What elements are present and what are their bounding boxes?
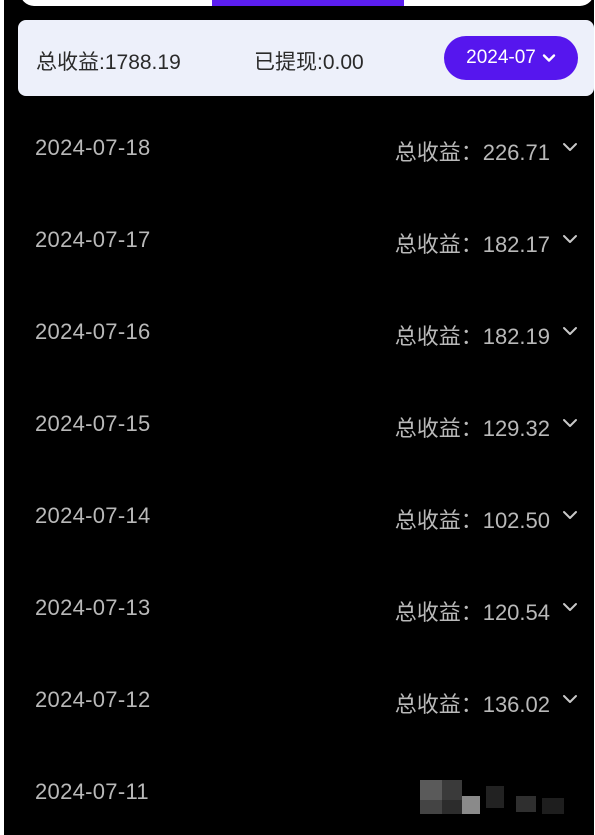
row-date: 2024-07-12	[35, 687, 151, 712]
daily-earnings-row[interactable]: 2024-07-17 总收益：182.17	[4, 211, 594, 271]
total-earnings: 总收益:1788.19	[36, 51, 181, 74]
row-date: 2024-07-11	[35, 779, 149, 804]
daily-earnings-row[interactable]: 2024-07-14 总收益：102.50	[4, 487, 594, 547]
withdrawn-amount: 已提现:0.00	[254, 51, 364, 74]
chevron-down-icon[interactable]	[562, 693, 578, 705]
earnings-prefix: 总收益：	[394, 416, 483, 441]
row-date: 2024-07-13	[35, 595, 151, 620]
earnings-prefix: 总收益：	[394, 232, 483, 257]
earnings-value: 102.50	[482, 508, 550, 533]
daily-earnings-row[interactable]: 2024-07-13 总收益：120.54	[4, 579, 594, 639]
row-earnings: 总收益：136.02	[395, 687, 550, 719]
row-date: 2024-07-18	[35, 135, 151, 160]
earnings-value: 136.02	[482, 692, 550, 717]
chevron-down-icon[interactable]	[562, 417, 578, 429]
chevron-down-icon[interactable]	[562, 509, 578, 521]
row-earnings: 总收益：226.71	[395, 135, 550, 167]
row-earnings: 总收益：102.50	[395, 503, 550, 535]
earnings-summary-card: 总收益:1788.19 已提现:0.00 2024-07	[18, 20, 594, 96]
row-date: 2024-07-17	[35, 227, 151, 252]
earnings-prefix: 总收益：	[394, 692, 483, 717]
row-earnings: 总收益：129.32	[395, 411, 550, 443]
daily-earnings-row[interactable]: 2024-07-18 总收益：226.71	[4, 119, 594, 179]
row-date: 2024-07-15	[35, 411, 151, 436]
earnings-value: 129.32	[482, 416, 550, 441]
chevron-down-icon[interactable]	[562, 141, 578, 153]
daily-earnings-row[interactable]: 2024-07-16 总收益：182.19	[4, 303, 594, 363]
chevron-down-icon[interactable]	[562, 601, 578, 613]
tab-active-indicator[interactable]	[212, 0, 404, 6]
row-earnings: 总收益：182.19	[395, 319, 550, 351]
month-selector-button[interactable]: 2024-07	[444, 36, 578, 80]
earnings-value: 182.17	[482, 232, 550, 257]
row-date: 2024-07-14	[35, 503, 151, 528]
tab-bar	[20, 0, 594, 6]
chevron-down-icon	[542, 54, 556, 62]
earnings-value: 182.19	[482, 324, 550, 349]
earnings-screen: 总收益:1788.19 已提现:0.00 2024-07 2024-07-18 …	[4, 0, 594, 835]
earnings-prefix: 总收益：	[394, 324, 483, 349]
row-earnings: 总收益：182.17	[395, 227, 550, 259]
daily-earnings-row[interactable]: 2024-07-15 总收益：129.32	[4, 395, 594, 455]
daily-earnings-row[interactable]: 2024-07-12 总收益：136.02	[4, 671, 594, 731]
month-selector-label: 2024-07	[466, 47, 536, 68]
earnings-prefix: 总收益：	[394, 600, 483, 625]
row-earnings: 总收益：120.54	[395, 595, 550, 627]
obscured-earnings-value	[416, 776, 576, 816]
chevron-down-icon[interactable]	[562, 233, 578, 245]
earnings-value: 226.71	[482, 140, 550, 165]
row-date: 2024-07-16	[35, 319, 151, 344]
earnings-value: 120.54	[482, 600, 550, 625]
earnings-prefix: 总收益：	[394, 508, 483, 533]
earnings-prefix: 总收益：	[394, 140, 483, 165]
chevron-down-icon[interactable]	[562, 325, 578, 337]
